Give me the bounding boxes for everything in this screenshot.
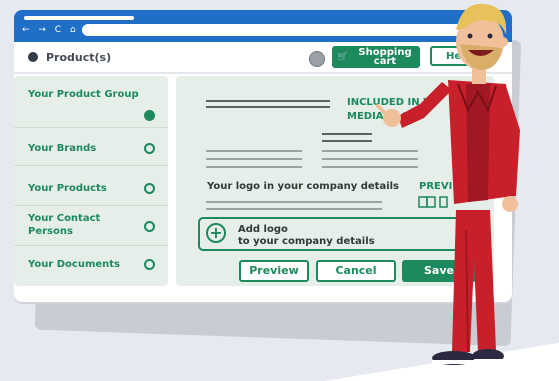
page-title: Product(s): [46, 51, 112, 64]
text-line: [322, 158, 418, 160]
disabled-icon: [309, 51, 325, 67]
text-line: [206, 166, 302, 168]
text-line: [206, 150, 302, 152]
product-header: Product(s) 🛒 Shopping cart He: [14, 42, 512, 74]
add-logo-button[interactable]: + Add logo to your company details: [198, 217, 478, 251]
text-line: [206, 106, 330, 108]
text-line: [322, 150, 418, 152]
text-line: [206, 201, 382, 203]
sidebar-item-label: Your Products: [28, 183, 107, 194]
preview-heading: PREVI: [419, 181, 453, 192]
preview-button[interactable]: Preview: [239, 260, 309, 282]
help-button[interactable]: He: [430, 46, 490, 66]
included-notice: INCLUDED IN Y MEDIA PACK: [347, 96, 457, 124]
status-dot-icon: [144, 143, 155, 154]
sidebar-item-label: Your Contact Persons: [28, 213, 101, 237]
shopping-cart-button[interactable]: 🛒 Shopping cart: [332, 46, 420, 68]
address-bar[interactable]: [82, 24, 492, 36]
sidebar: Your Product Group Your Brands Your Prod…: [14, 76, 168, 286]
sidebar-item-brands[interactable]: Your Brands: [14, 128, 168, 166]
text-line: [206, 208, 382, 210]
status-dot-icon: [144, 183, 155, 194]
cart-icon: 🛒: [337, 52, 349, 62]
sidebar-item-documents[interactable]: Your Documents: [14, 246, 168, 282]
sidebar-item-contact-persons[interactable]: Your Contact Persons: [14, 206, 168, 246]
shopping-cart-label: Shopping cart: [358, 47, 412, 67]
add-logo-label: Add logo: [238, 224, 288, 235]
add-logo-sublabel: to your company details: [238, 236, 375, 247]
sidebar-item-product-group[interactable]: Your Product Group: [14, 76, 168, 128]
product-icon: [28, 52, 38, 62]
sidebar-item-products[interactable]: Your Products: [14, 166, 168, 206]
book-icon[interactable]: [418, 196, 448, 208]
text-line: [322, 133, 372, 135]
active-dot-icon: [144, 110, 155, 121]
logo-instruction: Your logo in your company details: [207, 181, 400, 192]
included-line: INCLUDED IN Y: [347, 97, 431, 108]
browser-topbar: ← → C ⌂: [14, 10, 512, 42]
status-dot-icon: [144, 221, 155, 232]
cancel-button[interactable]: Cancel: [316, 260, 396, 282]
nav-icons[interactable]: ← → C ⌂: [22, 25, 79, 35]
text-line: [322, 140, 372, 142]
browser-tab[interactable]: [24, 16, 134, 20]
sidebar-item-label: Your Brands: [28, 143, 97, 154]
text-line: [206, 100, 330, 102]
text-line: [206, 158, 302, 160]
sidebar-item-label: Your Documents: [28, 259, 120, 270]
included-line: MEDIA PACK: [347, 111, 417, 122]
sidebar-item-label: Your Product Group: [28, 89, 139, 100]
status-dot-icon: [144, 259, 155, 270]
text-line: [322, 166, 418, 168]
plus-icon: +: [206, 223, 226, 243]
save-button[interactable]: Save: [402, 260, 476, 282]
